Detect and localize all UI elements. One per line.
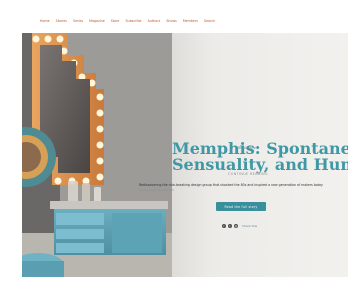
nav-item-shows[interactable]: Shows (166, 19, 177, 23)
page: Home Stories Series Magazine Store Subsc… (0, 0, 348, 295)
hero-section: Memphis: Spontaneity, Sensuality, and Hu… (22, 33, 348, 277)
nav-item-authors[interactable]: Authors (148, 19, 161, 23)
nav-item-search[interactable]: Search (204, 19, 215, 23)
nav-item-members[interactable]: Members (183, 19, 198, 23)
hero-image (22, 33, 172, 277)
photo-credit: Photography by Ana Tem (139, 188, 174, 192)
read-story-button[interactable]: Read the full story (216, 202, 266, 211)
article-byline[interactable]: Read More (238, 146, 256, 150)
article-title: Memphis: Spontaneity, Sensuality, and Hu… (172, 141, 348, 173)
share-label: Share this (242, 224, 258, 228)
share-bar: f t @ Share this (222, 224, 257, 228)
top-navigation: Home Stories Series Magazine Store Subsc… (40, 17, 215, 25)
article-meta: CONTINUE READING (228, 172, 268, 176)
nav-item-home[interactable]: Home (40, 19, 50, 23)
nav-item-store[interactable]: Store (111, 19, 120, 23)
nav-item-stories[interactable]: Stories (56, 19, 67, 23)
facebook-icon[interactable]: f (222, 224, 226, 228)
nav-item-series[interactable]: Series (73, 19, 83, 23)
nav-item-magazine[interactable]: Magazine (89, 19, 105, 23)
twitter-icon[interactable]: t (228, 224, 232, 228)
article-dek: Rediscovering the rule-breaking design g… (139, 183, 323, 187)
email-icon[interactable]: @ (234, 224, 238, 228)
nav-item-subscribe[interactable]: Subscribe (125, 19, 141, 23)
